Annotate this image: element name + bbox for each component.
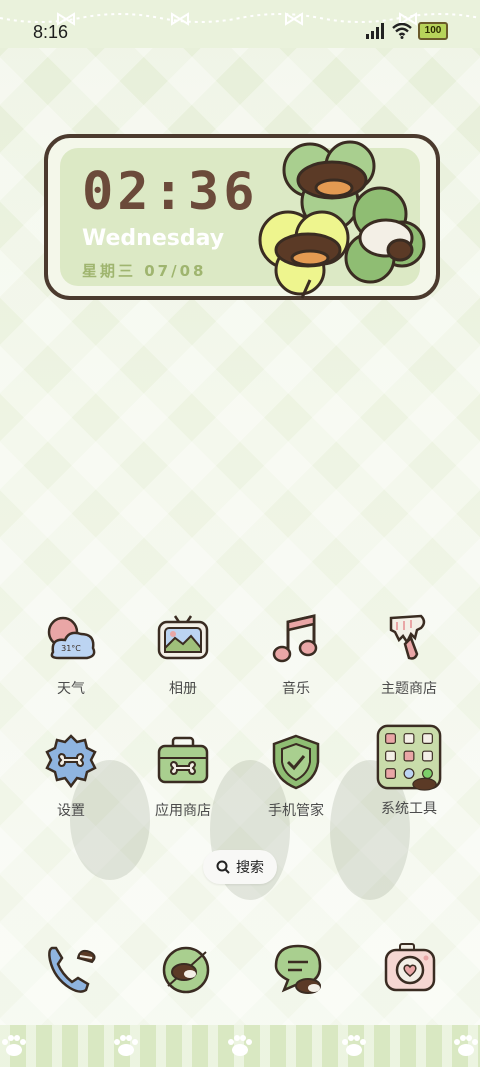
folder-system-tools[interactable]: 系统工具 [354,722,464,818]
folder-system-tools-label: 系统工具 [381,801,437,817]
paw-icon [342,1035,366,1056]
clock-widget[interactable]: 02:36 Wednesday 星期三 07/08 [44,134,440,300]
widget-weekday: Wednesday [82,226,225,251]
status-time: 8:16 [33,22,69,42]
app-app-store-label: 应用商店 [155,803,211,819]
search-button[interactable]: 搜索 [203,850,277,884]
search-icon [216,860,230,874]
app-weather[interactable]: 31°C 天气 [16,608,126,698]
wifi-icon [392,23,412,39]
app-theme-store[interactable]: 主题商店 [354,608,464,698]
status-bar: 8:16 100 [0,0,480,48]
weather-temp: 31°C [61,644,81,653]
camera-icon[interactable] [380,938,440,998]
app-phone-manager[interactable]: 手机管家 [241,730,351,820]
system-tools-folder-icon [376,724,442,791]
app-app-store[interactable]: 应用商店 [128,730,238,820]
status-icons: 100 [366,22,448,40]
battery-icon: 100 [418,22,448,40]
app-music[interactable]: 音乐 [241,608,351,698]
signal-icon [366,23,384,39]
gallery-icon [157,615,209,660]
widget-date: 07/08 [144,262,207,280]
app-store-icon [157,736,209,784]
browser-icon[interactable] [156,938,216,998]
music-icon [272,614,318,663]
weather-icon: 31°C [47,616,96,660]
app-music-label: 音乐 [282,681,310,697]
paw-icon [114,1035,138,1056]
phone-icon[interactable] [40,938,100,998]
search-label: 搜索 [236,860,264,876]
clover-dogs-illustration [258,140,426,299]
paw-icon [2,1035,26,1056]
app-weather-label: 天气 [57,681,85,697]
widget-date-line: 星期三 07/08 [82,260,206,281]
app-settings-label: 设置 [57,803,85,819]
theme-store-icon [389,614,426,660]
settings-icon [45,734,97,789]
paw-icon [454,1035,478,1056]
widget-date-cn: 星期三 [82,262,137,280]
widget-clock-time: 02:36 [82,162,259,222]
app-gallery-label: 相册 [169,681,197,697]
app-theme-store-label: 主题商店 [381,681,437,697]
messages-icon[interactable] [268,938,328,998]
app-phone-manager-label: 手机管家 [268,803,324,819]
phone-manager-icon [272,734,320,790]
app-gallery[interactable]: 相册 [128,608,238,698]
paw-icon [228,1035,252,1056]
app-settings[interactable]: 设置 [16,730,126,820]
